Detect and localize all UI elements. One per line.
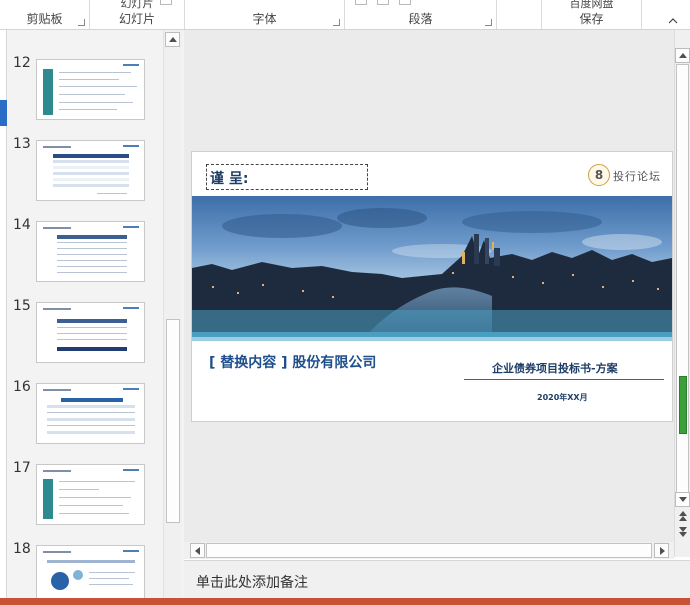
arrow-right-icon bbox=[660, 547, 665, 555]
scroll-thumb[interactable] bbox=[166, 319, 180, 523]
company-name[interactable]: [ 替换内容 ] 股份有限公司 bbox=[209, 352, 376, 372]
ribbon-group-font-label: 字体 bbox=[252, 12, 277, 26]
brand-name: 投行论坛 bbox=[613, 170, 661, 183]
align-center-icon[interactable] bbox=[377, 0, 389, 5]
window-edge bbox=[0, 30, 7, 598]
addressee-label: 谨 呈: bbox=[210, 171, 249, 187]
slide-thumbnail-pane[interactable]: 12 13 14 15 16 17 18 bbox=[7, 30, 184, 598]
thumb-number: 13 bbox=[13, 136, 31, 152]
scroll-up-button[interactable] bbox=[165, 32, 180, 47]
previous-slide-icon[interactable] bbox=[678, 510, 688, 525]
scroll-right-button[interactable] bbox=[654, 543, 669, 558]
ribbon-group-paragraph[interactable]: 段落 bbox=[345, 0, 497, 29]
scroll-left-button[interactable] bbox=[190, 543, 205, 558]
scroll-up-button[interactable] bbox=[675, 48, 690, 63]
edge-accent bbox=[0, 100, 7, 126]
thumb-number: 12 bbox=[13, 55, 31, 71]
slide-thumbnail-18[interactable] bbox=[36, 545, 145, 598]
ribbon: 剪贴板 幻灯片 幻灯片 字体 段落 百度网盘 保存 bbox=[0, 0, 690, 30]
document-date[interactable]: 2020年XX月 bbox=[537, 392, 588, 403]
ribbon-group-paragraph-label: 段落 bbox=[408, 12, 433, 26]
slide-thumbnail-16[interactable] bbox=[36, 383, 145, 444]
editor-vertical-scrollbar[interactable] bbox=[674, 30, 690, 557]
title-divider bbox=[464, 379, 664, 380]
thumb-number: 14 bbox=[13, 217, 31, 233]
editor-horizontal-scrollbar[interactable] bbox=[184, 542, 674, 559]
slide-canvas[interactable]: 谨 呈: 8 投行论坛 [替换内容] 股份有限公司 企业债券项目投标书-方案… bbox=[191, 151, 673, 422]
collapse-ribbon-icon[interactable] bbox=[668, 13, 678, 27]
align-left-icon[interactable] bbox=[355, 0, 367, 5]
brand-mark-icon: 8 bbox=[588, 164, 610, 186]
arrow-down-icon bbox=[679, 497, 687, 502]
thumb-number: 16 bbox=[13, 379, 31, 395]
scroll-thumb[interactable] bbox=[206, 543, 652, 558]
ribbon-group-slides-label: 幻灯片 bbox=[118, 12, 155, 26]
slide-thumbnail-12[interactable] bbox=[36, 59, 145, 120]
thumb-number: 15 bbox=[13, 298, 31, 314]
thumbnail-scrollbar[interactable] bbox=[163, 30, 182, 598]
notes-pane[interactable]: 单击此处添加备注 bbox=[184, 560, 690, 598]
arrow-left-icon bbox=[195, 547, 200, 555]
ribbon-group-clipboard-label: 剪贴板 bbox=[26, 12, 63, 26]
addressee-textbox[interactable]: 谨 呈: bbox=[206, 164, 368, 190]
document-title[interactable]: 企业债券项目投标书-方案 bbox=[492, 360, 618, 376]
ribbon-group-clipboard[interactable]: 剪贴板 bbox=[0, 0, 90, 29]
thumb-number: 18 bbox=[13, 541, 31, 557]
dialog-launcher-icon[interactable] bbox=[485, 19, 492, 26]
thumb-number: 17 bbox=[13, 460, 31, 476]
next-slide-icon[interactable] bbox=[678, 526, 688, 541]
dialog-launcher-icon[interactable] bbox=[333, 19, 340, 26]
ribbon-group-font[interactable]: 字体 bbox=[185, 0, 345, 29]
slide-thumbnail-14[interactable] bbox=[36, 221, 145, 282]
dialog-launcher-icon[interactable] bbox=[78, 19, 85, 26]
ribbon-group-save-label: 保存 bbox=[579, 12, 604, 26]
ribbon-group-save[interactable]: 百度网盘 保存 bbox=[542, 0, 642, 29]
layout-icon[interactable] bbox=[160, 0, 172, 5]
scroll-down-button[interactable] bbox=[675, 492, 690, 507]
slide-thumbnail-17[interactable] bbox=[36, 464, 145, 525]
brand-logo: 8 投行论坛 bbox=[588, 164, 664, 188]
ribbon-group-slides[interactable]: 幻灯片 幻灯片 bbox=[90, 0, 185, 29]
status-bar bbox=[0, 598, 690, 605]
ribbon-group-empty bbox=[497, 0, 542, 29]
slide-thumbnail-13[interactable] bbox=[36, 140, 145, 201]
city-skyline-image bbox=[192, 196, 672, 341]
arrow-up-icon bbox=[679, 53, 687, 58]
selection-marker bbox=[679, 376, 687, 434]
notes-placeholder[interactable]: 单击此处添加备注 bbox=[196, 572, 308, 592]
align-right-icon[interactable] bbox=[399, 0, 411, 5]
arrow-up-icon bbox=[169, 37, 177, 42]
slide-thumbnail-15[interactable] bbox=[36, 302, 145, 363]
